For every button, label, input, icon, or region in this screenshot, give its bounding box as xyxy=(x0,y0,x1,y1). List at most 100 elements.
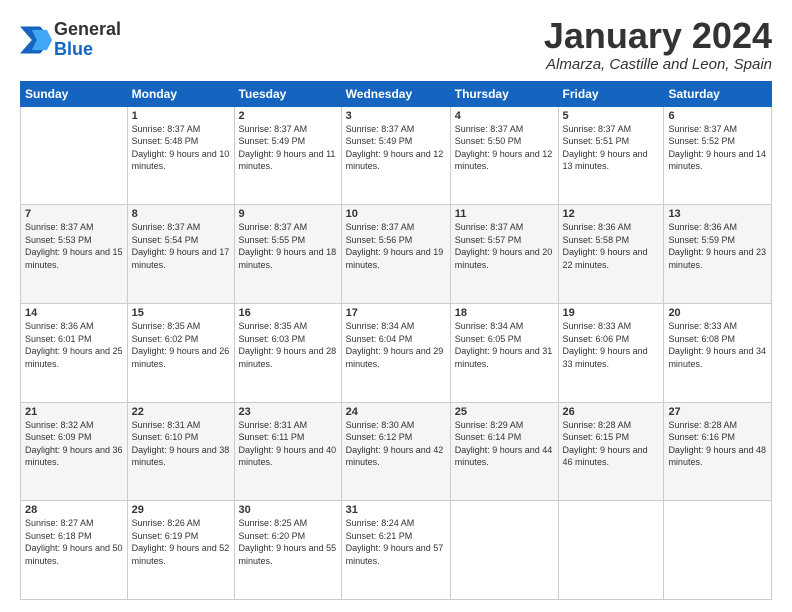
day-info: Sunrise: 8:26 AM Sunset: 6:19 PM Dayligh… xyxy=(132,517,230,567)
day-info: Sunrise: 8:30 AM Sunset: 6:12 PM Dayligh… xyxy=(346,419,446,469)
day-info: Sunrise: 8:29 AM Sunset: 6:14 PM Dayligh… xyxy=(455,419,554,469)
daylight-text: Daylight: 9 hours and 25 minutes. xyxy=(25,345,123,370)
calendar-week-row: 14 Sunrise: 8:36 AM Sunset: 6:01 PM Dayl… xyxy=(21,303,772,402)
daylight-text: Daylight: 9 hours and 42 minutes. xyxy=(346,444,446,469)
day-info: Sunrise: 8:31 AM Sunset: 6:10 PM Dayligh… xyxy=(132,419,230,469)
day-info: Sunrise: 8:36 AM Sunset: 5:58 PM Dayligh… xyxy=(563,221,660,271)
calendar-cell: 22 Sunrise: 8:31 AM Sunset: 6:10 PM Dayl… xyxy=(127,402,234,501)
calendar-cell: 20 Sunrise: 8:33 AM Sunset: 6:08 PM Dayl… xyxy=(664,303,772,402)
calendar-week-row: 28 Sunrise: 8:27 AM Sunset: 6:18 PM Dayl… xyxy=(21,501,772,600)
day-info: Sunrise: 8:37 AM Sunset: 5:49 PM Dayligh… xyxy=(239,123,337,173)
sunset-text: Sunset: 6:20 PM xyxy=(239,530,337,543)
daylight-text: Daylight: 9 hours and 40 minutes. xyxy=(239,444,337,469)
day-info: Sunrise: 8:33 AM Sunset: 6:08 PM Dayligh… xyxy=(668,320,767,370)
sunset-text: Sunset: 5:52 PM xyxy=(668,135,767,148)
calendar-cell: 7 Sunrise: 8:37 AM Sunset: 5:53 PM Dayli… xyxy=(21,205,128,304)
day-number: 8 xyxy=(132,208,230,220)
calendar-body: 1 Sunrise: 8:37 AM Sunset: 5:48 PM Dayli… xyxy=(21,106,772,599)
daylight-text: Daylight: 9 hours and 14 minutes. xyxy=(668,148,767,173)
day-info: Sunrise: 8:28 AM Sunset: 6:16 PM Dayligh… xyxy=(668,419,767,469)
day-number: 13 xyxy=(668,208,767,220)
daylight-text: Daylight: 9 hours and 12 minutes. xyxy=(455,148,554,173)
weekday-header: SundayMondayTuesdayWednesdayThursdayFrid… xyxy=(21,81,772,106)
daylight-text: Daylight: 9 hours and 22 minutes. xyxy=(563,246,660,271)
daylight-text: Daylight: 9 hours and 17 minutes. xyxy=(132,246,230,271)
day-info: Sunrise: 8:36 AM Sunset: 5:59 PM Dayligh… xyxy=(668,221,767,271)
calendar-cell: 6 Sunrise: 8:37 AM Sunset: 5:52 PM Dayli… xyxy=(664,106,772,205)
sunset-text: Sunset: 5:57 PM xyxy=(455,234,554,247)
day-number: 4 xyxy=(455,110,554,122)
weekday-header-cell: Wednesday xyxy=(341,81,450,106)
daylight-text: Daylight: 9 hours and 33 minutes. xyxy=(563,345,660,370)
sunrise-text: Sunrise: 8:37 AM xyxy=(455,123,554,136)
sunset-text: Sunset: 5:53 PM xyxy=(25,234,123,247)
day-number: 29 xyxy=(132,504,230,516)
sunset-text: Sunset: 6:03 PM xyxy=(239,333,337,346)
sunrise-text: Sunrise: 8:28 AM xyxy=(668,419,767,432)
daylight-text: Daylight: 9 hours and 18 minutes. xyxy=(239,246,337,271)
day-number: 9 xyxy=(239,208,337,220)
sunrise-text: Sunrise: 8:37 AM xyxy=(455,221,554,234)
day-info: Sunrise: 8:37 AM Sunset: 5:54 PM Dayligh… xyxy=(132,221,230,271)
sunset-text: Sunset: 6:01 PM xyxy=(25,333,123,346)
sunset-text: Sunset: 5:49 PM xyxy=(346,135,446,148)
day-number: 11 xyxy=(455,208,554,220)
calendar-cell: 11 Sunrise: 8:37 AM Sunset: 5:57 PM Dayl… xyxy=(450,205,558,304)
day-info: Sunrise: 8:37 AM Sunset: 5:57 PM Dayligh… xyxy=(455,221,554,271)
sunrise-text: Sunrise: 8:29 AM xyxy=(455,419,554,432)
sunset-text: Sunset: 5:59 PM xyxy=(668,234,767,247)
day-info: Sunrise: 8:37 AM Sunset: 5:48 PM Dayligh… xyxy=(132,123,230,173)
calendar-cell: 16 Sunrise: 8:35 AM Sunset: 6:03 PM Dayl… xyxy=(234,303,341,402)
weekday-header-cell: Monday xyxy=(127,81,234,106)
sunset-text: Sunset: 6:16 PM xyxy=(668,431,767,444)
sunset-text: Sunset: 6:02 PM xyxy=(132,333,230,346)
sunset-text: Sunset: 6:10 PM xyxy=(132,431,230,444)
sunset-text: Sunset: 6:15 PM xyxy=(563,431,660,444)
weekday-header-cell: Tuesday xyxy=(234,81,341,106)
calendar-cell: 24 Sunrise: 8:30 AM Sunset: 6:12 PM Dayl… xyxy=(341,402,450,501)
day-info: Sunrise: 8:37 AM Sunset: 5:51 PM Dayligh… xyxy=(563,123,660,173)
sunset-text: Sunset: 6:11 PM xyxy=(239,431,337,444)
calendar-cell xyxy=(21,106,128,205)
calendar-cell: 31 Sunrise: 8:24 AM Sunset: 6:21 PM Dayl… xyxy=(341,501,450,600)
calendar-cell xyxy=(450,501,558,600)
calendar-cell: 5 Sunrise: 8:37 AM Sunset: 5:51 PM Dayli… xyxy=(558,106,664,205)
day-info: Sunrise: 8:37 AM Sunset: 5:50 PM Dayligh… xyxy=(455,123,554,173)
calendar-cell: 8 Sunrise: 8:37 AM Sunset: 5:54 PM Dayli… xyxy=(127,205,234,304)
day-number: 30 xyxy=(239,504,337,516)
sunrise-text: Sunrise: 8:37 AM xyxy=(668,123,767,136)
sunrise-text: Sunrise: 8:28 AM xyxy=(563,419,660,432)
day-number: 12 xyxy=(563,208,660,220)
daylight-text: Daylight: 9 hours and 11 minutes. xyxy=(239,148,337,173)
weekday-header-cell: Thursday xyxy=(450,81,558,106)
day-number: 1 xyxy=(132,110,230,122)
day-info: Sunrise: 8:27 AM Sunset: 6:18 PM Dayligh… xyxy=(25,517,123,567)
sunrise-text: Sunrise: 8:26 AM xyxy=(132,517,230,530)
calendar-cell: 23 Sunrise: 8:31 AM Sunset: 6:11 PM Dayl… xyxy=(234,402,341,501)
daylight-text: Daylight: 9 hours and 46 minutes. xyxy=(563,444,660,469)
sunrise-text: Sunrise: 8:37 AM xyxy=(239,221,337,234)
sunset-text: Sunset: 5:51 PM xyxy=(563,135,660,148)
day-number: 24 xyxy=(346,406,446,418)
day-number: 15 xyxy=(132,307,230,319)
calendar-cell: 14 Sunrise: 8:36 AM Sunset: 6:01 PM Dayl… xyxy=(21,303,128,402)
calendar-cell: 2 Sunrise: 8:37 AM Sunset: 5:49 PM Dayli… xyxy=(234,106,341,205)
day-info: Sunrise: 8:36 AM Sunset: 6:01 PM Dayligh… xyxy=(25,320,123,370)
sunrise-text: Sunrise: 8:37 AM xyxy=(132,221,230,234)
sunrise-text: Sunrise: 8:37 AM xyxy=(25,221,123,234)
calendar-cell: 30 Sunrise: 8:25 AM Sunset: 6:20 PM Dayl… xyxy=(234,501,341,600)
title-block: January 2024 Almarza, Castille and Leon,… xyxy=(544,16,772,73)
day-number: 20 xyxy=(668,307,767,319)
calendar-cell: 28 Sunrise: 8:27 AM Sunset: 6:18 PM Dayl… xyxy=(21,501,128,600)
day-info: Sunrise: 8:34 AM Sunset: 6:05 PM Dayligh… xyxy=(455,320,554,370)
day-info: Sunrise: 8:28 AM Sunset: 6:15 PM Dayligh… xyxy=(563,419,660,469)
calendar-cell: 29 Sunrise: 8:26 AM Sunset: 6:19 PM Dayl… xyxy=(127,501,234,600)
daylight-text: Daylight: 9 hours and 26 minutes. xyxy=(132,345,230,370)
sunrise-text: Sunrise: 8:33 AM xyxy=(563,320,660,333)
sunrise-text: Sunrise: 8:27 AM xyxy=(25,517,123,530)
sunset-text: Sunset: 6:09 PM xyxy=(25,431,123,444)
calendar-cell: 27 Sunrise: 8:28 AM Sunset: 6:16 PM Dayl… xyxy=(664,402,772,501)
daylight-text: Daylight: 9 hours and 52 minutes. xyxy=(132,542,230,567)
calendar-cell xyxy=(664,501,772,600)
month-title: January 2024 xyxy=(544,16,772,56)
